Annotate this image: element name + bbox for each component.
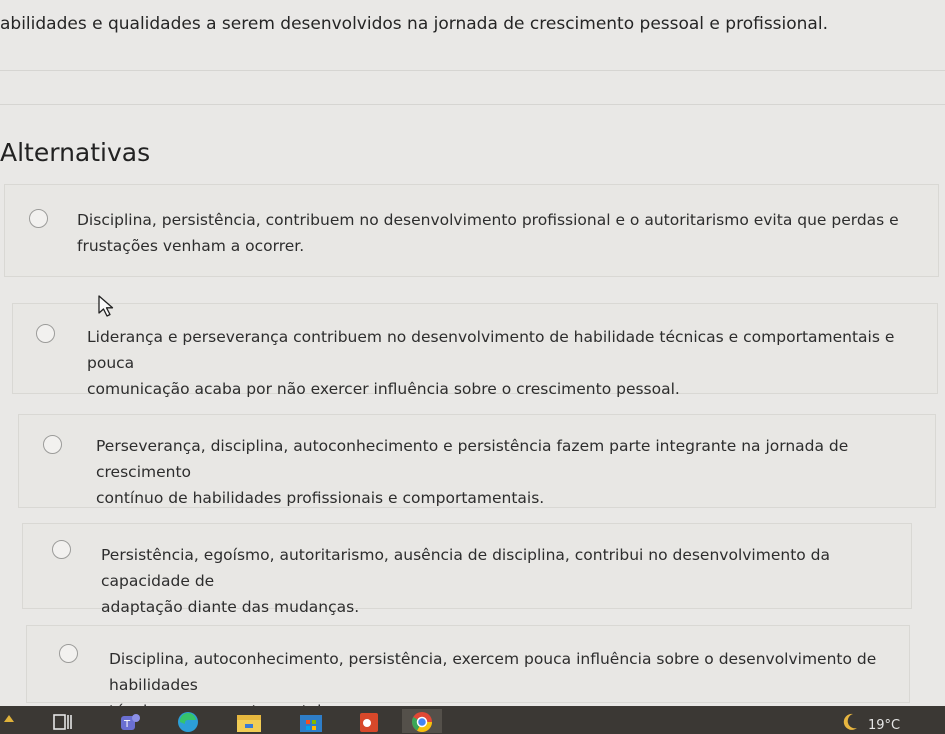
answer-option-4[interactable]: Persistência, egoísmo, autoritarismo, au… [22,523,912,616]
radio-button-5[interactable] [59,644,78,663]
radio-button-2[interactable] [36,324,55,343]
option-text-3: Perseverança, disciplina, autoconhecimen… [96,437,849,507]
edge-icon[interactable] [176,710,200,732]
mouse-cursor-icon [98,295,114,317]
radio-button-4[interactable] [52,540,71,559]
option-text-4: Persistência, egoísmo, autoritarismo, au… [101,546,831,616]
answer-option-1[interactable]: Disciplina, persistência, contribuem no … [4,184,939,277]
option-text-2: Liderança e perseverança contribuem no d… [87,328,895,398]
store-icon[interactable] [298,710,324,732]
office-icon[interactable] [356,710,382,732]
divider [0,70,945,71]
file-explorer-icon[interactable] [236,711,262,733]
section-title: Alternativas [0,138,151,167]
weather-temperature[interactable]: 19°C [868,718,900,733]
weather-icon[interactable] [843,712,859,730]
answer-option-2[interactable]: Liderança e perseverança contribuem no d… [12,303,938,398]
chrome-icon[interactable] [402,709,442,733]
task-view-icon[interactable] [53,713,73,731]
widgets-icon[interactable] [2,712,16,726]
answer-option-5[interactable]: Disciplina, autoconhecimento, persistênc… [26,625,910,720]
option-text-1: Disciplina, persistência, contribuem no … [77,211,899,255]
svg-text:T: T [123,719,131,730]
question-text: abilidades e qualidades a serem desenvol… [0,14,828,34]
radio-button-3[interactable] [43,435,62,454]
taskbar: T 19°C [0,706,945,734]
teams-icon[interactable]: T [119,712,141,732]
answer-option-3[interactable]: Perseverança, disciplina, autoconhecimen… [18,414,936,508]
radio-button-1[interactable] [29,209,48,228]
divider [0,104,945,105]
